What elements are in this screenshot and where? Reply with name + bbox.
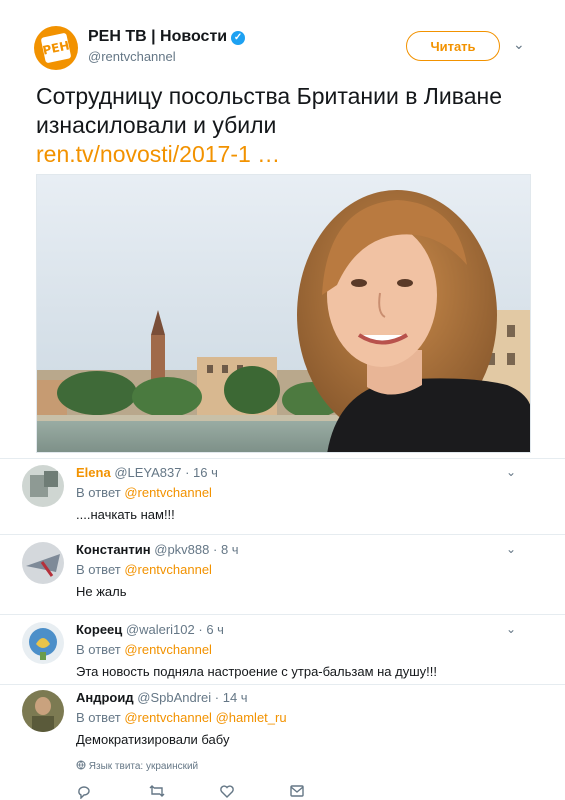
author-handle[interactable]: @rentvchannel — [88, 49, 176, 64]
avatar-image — [22, 690, 64, 732]
caret-down-icon[interactable]: ⌄ — [513, 36, 525, 53]
mention-link[interactable]: @rentvchannel — [124, 562, 212, 577]
reply-text: ....начкать нам!!! — [76, 507, 175, 522]
caret-down-icon[interactable]: ⌄ — [506, 465, 516, 479]
caret-down-icon[interactable]: ⌄ — [506, 542, 516, 556]
reply-to-label: В ответ — [76, 642, 125, 657]
reply-to-label: В ответ — [76, 485, 125, 500]
reply-to-line: В ответ @rentvchannel — [76, 642, 212, 657]
separator — [0, 534, 565, 535]
avatar[interactable] — [22, 465, 64, 507]
reply-header: Андроид @SpbAndrei · 14 ч — [76, 690, 248, 705]
reply-to-label: В ответ — [76, 710, 125, 725]
avatar[interactable] — [22, 622, 64, 664]
action-bar — [76, 783, 336, 800]
language-note: Язык твита: украинский — [76, 760, 198, 772]
reply-header: Elena @LEYA837 · 16 ч — [76, 465, 218, 480]
reply-author-name[interactable]: Андроид — [76, 690, 134, 705]
mention-link[interactable]: @rentvchannel — [124, 710, 212, 725]
reply-header: Константин @pkv888 · 8 ч — [76, 542, 239, 557]
reply-icon[interactable] — [76, 783, 92, 799]
verified-icon: ✓ — [231, 31, 246, 45]
reply-author-handle[interactable]: @SpbAndrei — [137, 690, 211, 705]
reply-author-handle[interactable]: @LEYA837 — [114, 465, 181, 480]
reply-author-handle[interactable]: @waleri102 — [126, 622, 195, 637]
reply-header: Кореец @waleri102 · 6 ч — [76, 622, 224, 637]
mention-link[interactable]: @rentvchannel — [124, 642, 212, 657]
reply-to-line: В ответ @rentvchannel @hamlet_ru — [76, 710, 287, 725]
reply-timestamp[interactable]: · 14 ч — [215, 690, 248, 705]
logo-text: РЕН — [41, 38, 71, 58]
reply-author-name[interactable]: Elena — [76, 465, 111, 480]
reply-item[interactable]: Elena @LEYA837 · 16 ч ⌄ В ответ @rentvch… — [22, 465, 542, 525]
reply-text: Не жаль — [76, 584, 127, 599]
tweet-link[interactable]: ren.tv/novosti/2017-1 … — [36, 141, 280, 167]
retweet-icon[interactable] — [148, 783, 166, 799]
reply-author-handle[interactable]: @pkv888 — [154, 542, 209, 557]
author-name[interactable]: РЕН ТВ | Новости ✓ — [88, 28, 246, 46]
reply-timestamp[interactable]: · 8 ч — [213, 542, 239, 557]
tweet-header: РЕН РЕН ТВ | Новости ✓ @rentvchannel Чита… — [34, 26, 534, 72]
avatar-image — [22, 622, 64, 664]
avatar-image — [22, 542, 64, 584]
message-icon[interactable] — [289, 783, 305, 799]
reply-text: Эта новость подняла настроение с утра-ба… — [76, 664, 437, 679]
like-icon[interactable] — [219, 783, 235, 799]
reply-to-label: В ответ — [76, 562, 125, 577]
separator — [0, 614, 565, 615]
avatar[interactable] — [22, 690, 64, 732]
tweet-photo[interactable] — [36, 174, 531, 453]
avatar-image — [22, 465, 64, 507]
avatar[interactable] — [22, 542, 64, 584]
reply-to-line: В ответ @rentvchannel — [76, 562, 212, 577]
reply-author-name[interactable]: Кореец — [76, 622, 122, 637]
photo-illustration — [37, 175, 530, 452]
tweet-text: Сотрудницу посольства Британии в Ливане … — [36, 82, 536, 169]
reply-item[interactable]: Кореец @waleri102 · 6 ч ⌄ В ответ @rentv… — [22, 622, 542, 684]
reply-item[interactable]: Андроид @SpbAndrei · 14 ч В ответ @rentv… — [22, 690, 542, 756]
reply-item[interactable]: Константин @pkv888 · 8 ч ⌄ В ответ @rent… — [22, 542, 542, 604]
author-avatar[interactable]: РЕН — [34, 26, 78, 70]
follow-button[interactable]: Читать — [406, 31, 500, 61]
mention-link[interactable]: @rentvchannel — [124, 485, 212, 500]
separator — [0, 684, 565, 685]
author-name-text: РЕН ТВ | Новости — [88, 28, 228, 45]
globe-icon — [76, 760, 86, 770]
reply-author-name[interactable]: Константин — [76, 542, 151, 557]
caret-down-icon[interactable]: ⌄ — [506, 622, 516, 636]
reply-timestamp[interactable]: · 16 ч — [185, 465, 218, 480]
language-note-text: Язык твита: украинский — [88, 761, 199, 772]
ren-tv-logo: РЕН — [40, 32, 72, 64]
mention-link-2[interactable]: @hamlet_ru — [212, 710, 287, 725]
reply-timestamp[interactable]: · 6 ч — [198, 622, 224, 637]
tweet-body: Сотрудницу посольства Британии в Ливане … — [36, 83, 502, 138]
separator — [0, 458, 565, 459]
reply-to-line: В ответ @rentvchannel — [76, 485, 212, 500]
reply-text: Демократизировали бабу — [76, 732, 230, 747]
